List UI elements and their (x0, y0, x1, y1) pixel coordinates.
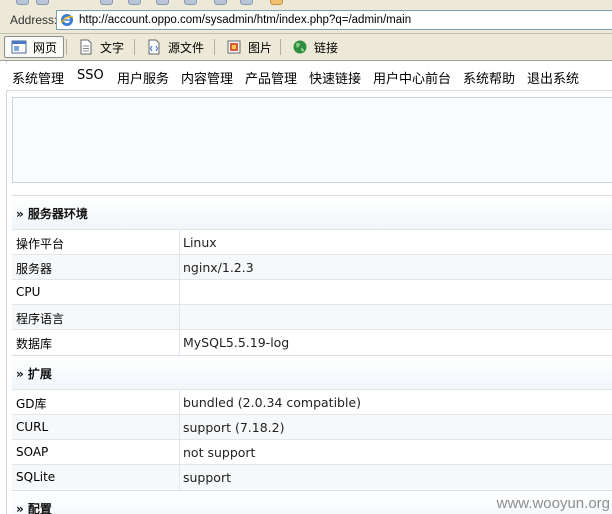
tab-links[interactable]: 链接 (286, 36, 344, 58)
column-divider (179, 415, 180, 440)
menu-item-product-management[interactable]: 产品管理 (245, 68, 297, 87)
table-row: 服务器 nginx/1.2.3 (12, 254, 612, 280)
webpage-icon (11, 40, 27, 54)
section-header-extensions: » 扩展 (12, 355, 612, 389)
link-globe-icon (293, 40, 307, 54)
toolbar-button-icon[interactable] (16, 0, 29, 5)
row-key: SQLite (16, 470, 56, 484)
address-label: Address: (10, 13, 58, 27)
table-row: 程序语言 (12, 304, 612, 330)
row-value: nginx/1.2.3 (183, 260, 254, 275)
toolbar-button-icon[interactable] (240, 0, 253, 5)
section-header-server-env: » 服务器环境 (12, 195, 612, 229)
section-title: » 配置 (16, 502, 52, 514)
row-key: 数据库 (16, 337, 53, 351)
tab-label: 图片 (248, 40, 273, 55)
menu-item-sso[interactable]: SSO (77, 68, 104, 83)
toolbar-button-icon[interactable] (270, 0, 283, 5)
row-key: 程序语言 (16, 312, 65, 326)
tab-source[interactable]: 源文件 (140, 36, 210, 58)
column-divider (179, 255, 180, 280)
ie-page-icon (60, 14, 74, 26)
column-divider (179, 230, 180, 255)
admin-nav-menu: 系统管理 SSO 用户服务 内容管理 产品管理 快速链接 用户中心前台 系统帮助… (6, 63, 612, 91)
tab-divider (66, 39, 67, 55)
row-value: Linux (183, 235, 217, 250)
row-key: CPU (16, 285, 41, 299)
table-row: CURL support (7.18.2) (12, 414, 612, 440)
table-row: SQLite support (12, 464, 612, 490)
section-title: » 扩展 (16, 367, 52, 381)
column-divider (179, 440, 180, 465)
tab-label: 链接 (314, 40, 339, 55)
view-tab-bar: 网页 文字 源文件 图片 链接 (0, 34, 612, 61)
table-row: 数据库 MySQL5.5.19-log (12, 329, 612, 355)
tab-label: 文字 (100, 40, 125, 55)
watermark: www.wooyun.org (496, 495, 610, 512)
tab-images[interactable]: 图片 (220, 36, 278, 58)
toolbar-button-icon[interactable] (184, 0, 197, 5)
row-value: bundled (2.0.34 compatible) (183, 395, 362, 410)
row-key: CURL (16, 420, 49, 434)
tab-divider (134, 39, 135, 55)
column-divider (179, 390, 180, 415)
row-key: 操作平台 (16, 237, 65, 251)
image-icon (227, 40, 241, 54)
row-key: GD库 (16, 397, 47, 411)
frame-left-border (6, 61, 7, 514)
text-doc-icon (80, 39, 92, 55)
tab-divider (280, 39, 281, 55)
tab-label: 源文件 (168, 40, 205, 55)
menu-item-quick-links[interactable]: 快速链接 (309, 68, 361, 87)
section-title: » 服务器环境 (16, 207, 88, 221)
menu-item-user-service[interactable]: 用户服务 (117, 68, 169, 87)
column-divider (179, 280, 180, 305)
column-divider (179, 305, 180, 330)
source-file-icon (148, 39, 160, 55)
table-row: CPU (12, 279, 612, 305)
toolbar-button-icon[interactable] (36, 0, 49, 5)
row-key: 服务器 (16, 262, 53, 276)
address-url-text: http://account.oppo.com/sysadmin/htm/ind… (79, 14, 412, 26)
toolbar-button-icon[interactable] (156, 0, 169, 5)
menu-item-system-management[interactable]: 系统管理 (12, 68, 64, 87)
table-row: SOAP not support (12, 439, 612, 465)
banner-panel (12, 97, 612, 183)
tab-divider (214, 39, 215, 55)
toolbar-button-icon[interactable] (128, 0, 141, 5)
row-value: support (183, 470, 231, 485)
column-divider (179, 330, 180, 355)
row-key: SOAP (16, 445, 49, 459)
table-row: 操作平台 Linux (12, 229, 612, 255)
toolbar-button-icon[interactable] (100, 0, 113, 5)
address-bar: Address: http://account.oppo.com/sysadmi… (0, 6, 612, 34)
menu-item-system-help[interactable]: 系统帮助 (463, 68, 515, 87)
column-divider (179, 465, 180, 490)
tab-webpage[interactable]: 网页 (4, 36, 65, 58)
tab-label: 网页 (33, 40, 58, 55)
menu-item-user-center-frontend[interactable]: 用户中心前台 (373, 68, 451, 87)
table-row: GD库 bundled (2.0.34 compatible) (12, 389, 612, 415)
menu-item-content-management[interactable]: 内容管理 (181, 68, 233, 87)
row-value: support (7.18.2) (183, 420, 285, 435)
tab-text[interactable]: 文字 (72, 36, 130, 58)
menu-item-logout[interactable]: 退出系统 (527, 68, 579, 87)
row-value: not support (183, 445, 256, 460)
address-input[interactable]: http://account.oppo.com/sysadmin/htm/ind… (56, 10, 612, 30)
row-value: MySQL5.5.19-log (183, 335, 290, 350)
toolbar-button-icon[interactable] (214, 0, 227, 5)
